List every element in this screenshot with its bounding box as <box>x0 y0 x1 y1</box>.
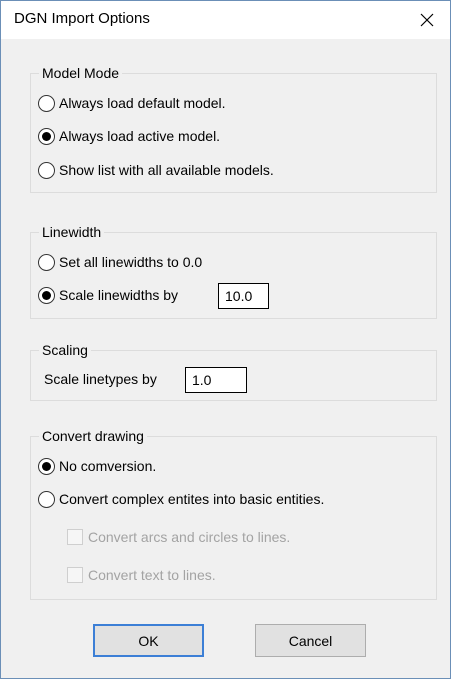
radio-label: Set all linewidths to 0.0 <box>59 254 203 270</box>
radio-label: Always load active model. <box>59 128 221 144</box>
checkbox-label: Convert arcs and circles to lines. <box>88 529 291 545</box>
radio-indicator[interactable] <box>38 127 55 145</box>
convert-drawing-group: Convert drawing No comversion. Convert c… <box>30 426 437 600</box>
radio-indicator[interactable] <box>38 490 55 508</box>
close-button[interactable] <box>404 1 450 39</box>
radio-scale-linewidths-by[interactable]: Scale linewidths by <box>38 285 178 305</box>
linewidth-group: Linewidth Set all linewidths to 0.0 Scal… <box>30 222 437 319</box>
radio-indicator[interactable] <box>38 161 55 179</box>
radio-show-list-all-models[interactable]: Show list with all available models. <box>38 160 274 180</box>
dgn-import-options-dialog: DGN Import Options Model Mode Always loa… <box>0 0 451 679</box>
checkbox-indicator[interactable] <box>67 529 83 545</box>
radio-set-all-linewidths-zero[interactable]: Set all linewidths to 0.0 <box>38 252 202 272</box>
radio-always-load-active-model[interactable]: Always load active model. <box>38 126 220 146</box>
convert-drawing-legend: Convert drawing <box>39 426 147 446</box>
ok-button[interactable]: OK <box>93 624 204 657</box>
checkbox-convert-text-to-lines[interactable]: Convert text to lines. <box>67 565 216 585</box>
dialog-title: DGN Import Options <box>14 10 150 27</box>
radio-no-conversion[interactable]: No comversion. <box>38 456 156 476</box>
linetype-scale-input[interactable]: 1.0 <box>185 367 247 393</box>
model-mode-group: Model Mode Always load default model. Al… <box>30 63 437 193</box>
linewidth-legend: Linewidth <box>39 222 105 242</box>
linewidth-scale-input[interactable]: 10.0 <box>218 283 269 309</box>
radio-indicator[interactable] <box>38 457 55 475</box>
radio-indicator[interactable] <box>38 94 55 112</box>
checkbox-convert-arcs-circles[interactable]: Convert arcs and circles to lines. <box>67 527 290 547</box>
cancel-button[interactable]: Cancel <box>255 624 366 657</box>
model-mode-legend: Model Mode <box>39 63 123 83</box>
radio-convert-complex-entities[interactable]: Convert complex entites into basic entit… <box>38 489 324 509</box>
radio-indicator[interactable] <box>38 286 55 304</box>
scale-linetypes-label: Scale linetypes by <box>44 371 157 387</box>
radio-label: Show list with all available models. <box>59 162 274 178</box>
close-icon <box>420 13 434 27</box>
radio-always-load-default-model[interactable]: Always load default model. <box>38 93 226 113</box>
radio-indicator[interactable] <box>38 253 55 271</box>
radio-label: Convert complex entites into basic entit… <box>59 491 325 507</box>
radio-label: Always load default model. <box>59 95 226 111</box>
checkbox-label: Convert text to lines. <box>88 567 216 583</box>
title-bar: DGN Import Options <box>1 1 450 39</box>
checkbox-indicator[interactable] <box>67 567 83 583</box>
scaling-legend: Scaling <box>39 340 91 360</box>
scaling-group: Scaling Scale linetypes by 1.0 <box>30 340 437 401</box>
radio-label: Scale linewidths by <box>59 287 179 303</box>
radio-label: No comversion. <box>59 458 157 474</box>
